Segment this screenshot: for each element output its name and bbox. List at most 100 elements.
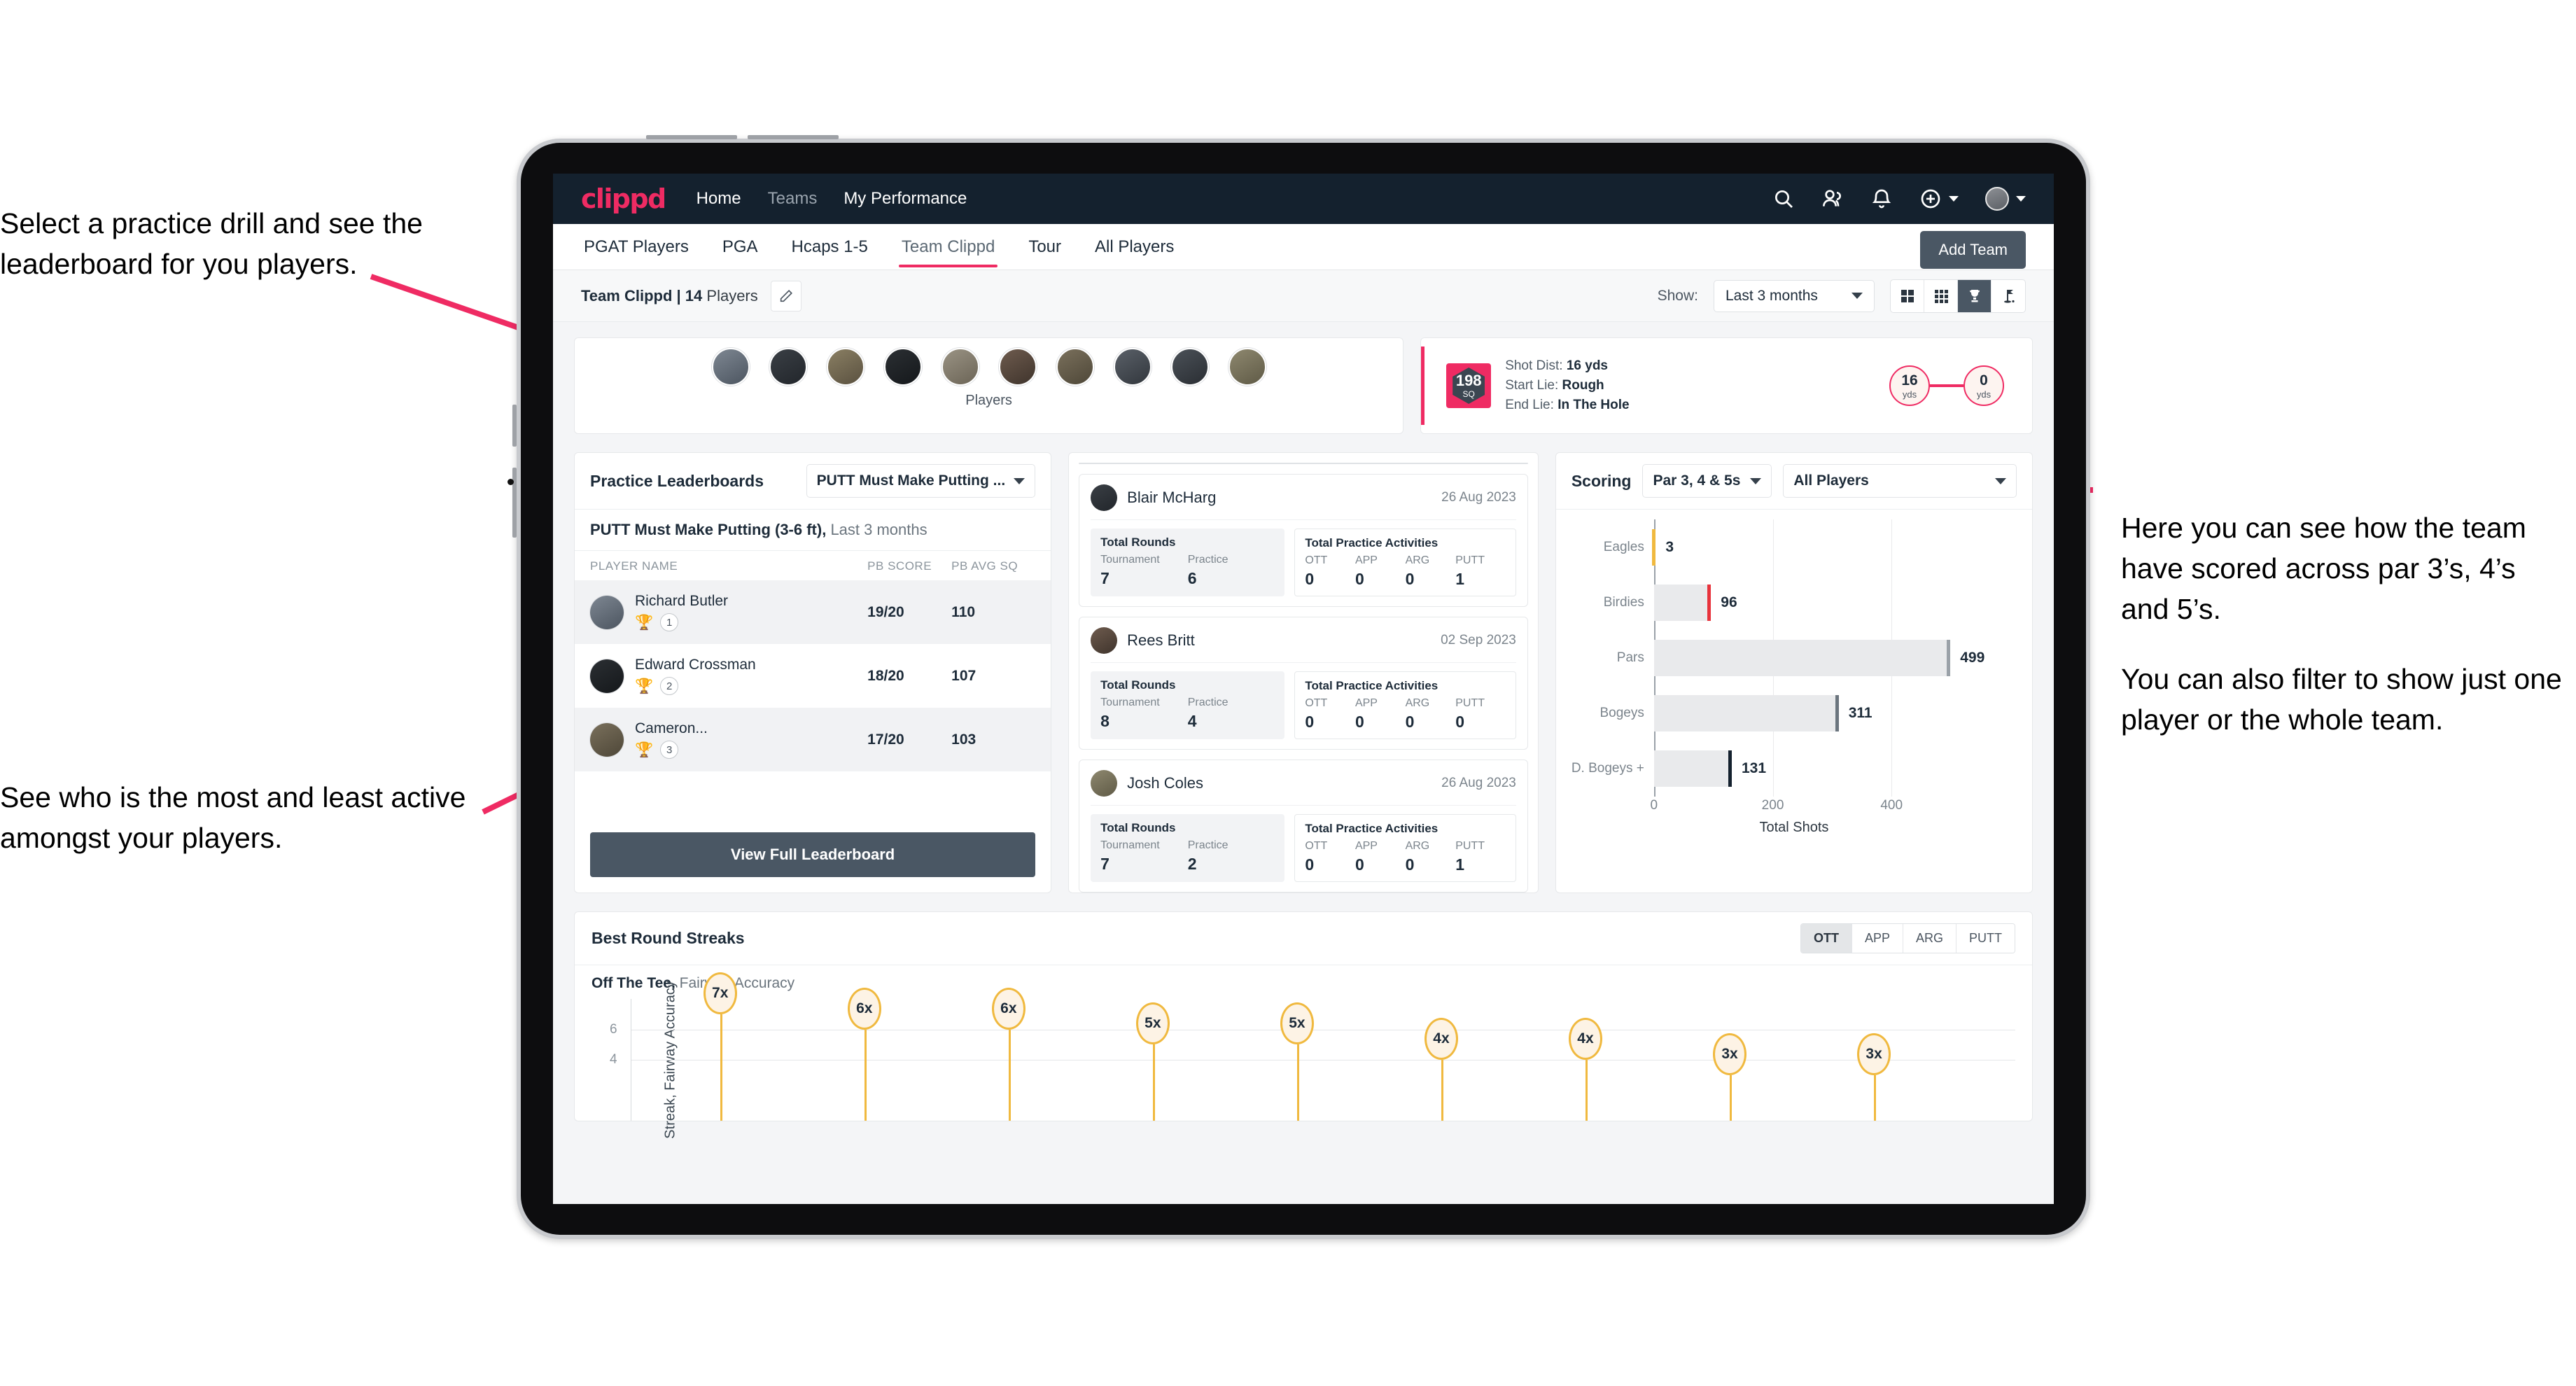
chevron-down-icon-range (1851, 293, 1863, 299)
activity-player-avatar (1091, 484, 1118, 511)
leaderboard-row[interactable]: Edward Crossman 🏆 2 18/20 107 (575, 644, 1051, 708)
clippd-logo[interactable]: clippd (581, 186, 666, 212)
activity-item-header: Blair McHarg 26 Aug 2023 (1091, 484, 1516, 511)
player-avatar[interactable] (826, 348, 864, 386)
leaderboard-rank-number: 1 (660, 613, 679, 631)
par-filter-value: Par 3, 4 & 5s (1653, 472, 1741, 489)
streaks-seg-putt[interactable]: PUTT (1956, 924, 2015, 953)
header-actions (1772, 187, 2026, 211)
device-button-left-1 (512, 405, 517, 447)
chevron-down-icon-player (1995, 477, 2007, 484)
activity-player-name: Blair McHarg (1127, 489, 1217, 506)
drill-subtitle: PUTT Must Make Putting (3-6 ft), Last 3 … (575, 509, 1051, 550)
activity-item[interactable]: Rees Britt 02 Sep 2023 Total Rounds Tournam… (1079, 617, 1528, 750)
trophy-view-button[interactable] (1958, 279, 1991, 312)
shot-quality-badge: 198 SQ (1446, 363, 1492, 408)
streaks-marker[interactable]: 3x (1857, 1032, 1891, 1075)
bell-icon[interactable] (1870, 188, 1893, 210)
players-card: Players (574, 337, 1404, 434)
total-practice-cols: OTT 0 APP 0 ARG 0 PUTT 0 (1305, 697, 1506, 732)
nav-my-performance[interactable]: My Performance (844, 189, 967, 209)
stat-putt: PUTT 1 (1455, 554, 1485, 588)
total-practice-title: Total Practice Activities (1305, 536, 1438, 550)
streaks-seg-app[interactable]: APP (1851, 924, 1903, 953)
player-avatar[interactable] (1113, 348, 1152, 386)
leaderboard-player-name: Edward Crossman (635, 657, 756, 673)
streaks-marker[interactable]: 7x (703, 972, 737, 1014)
grid-3x3-icon (1934, 289, 1948, 303)
avatar[interactable] (1985, 187, 2009, 211)
scoring-bar-value: 96 (1721, 594, 1737, 610)
tab-pgat-players[interactable]: PGAT Players (581, 227, 692, 267)
view-full-leaderboard-button[interactable]: View Full Leaderboard (590, 832, 1036, 877)
streaks-seg-ott[interactable]: OTT (1800, 924, 1852, 953)
streaks-marker[interactable]: 6x (847, 987, 881, 1030)
grid-2x2-icon (1900, 289, 1914, 302)
add-team-button[interactable]: Add Team (1920, 231, 2026, 269)
user-menu[interactable] (1985, 187, 2026, 211)
activity-item-stats: Total Rounds Tournament 7 Practice 2 Total Pr… (1091, 805, 1516, 882)
date-range-select[interactable]: Last 3 months (1714, 279, 1875, 312)
golf-flag-view-button[interactable] (1991, 280, 2025, 312)
scoring-bar: 3 (1652, 528, 1674, 566)
players-caption: Players (965, 393, 1012, 408)
player-filter-select[interactable]: All Players (1783, 464, 2017, 498)
plus-circle-icon[interactable] (1919, 188, 1942, 210)
streaks-stem (1008, 1029, 1011, 1121)
leaderboard-row[interactable]: Richard Butler 🏆 1 19/20 110 (575, 580, 1051, 644)
nav-home[interactable]: Home (696, 189, 741, 209)
scoring-bar-row: Eagles 3 (1604, 528, 1975, 566)
scoring-bar-row: Pars 499 (1617, 640, 1984, 676)
scoring-x-tick: 400 (1880, 798, 1903, 813)
scoring-bar-row: Bogeys 311 (1600, 695, 1975, 732)
scoring-chart-plot: 0 200 400 Total Shots Eagles 3 Birdies 96 Pars 49… (1572, 519, 2017, 835)
total-practice-title: Total Practice Activities (1305, 679, 1438, 692)
total-rounds-cols: Tournament 7 Practice 6 (1100, 554, 1275, 588)
streaks-marker[interactable]: 4x (1568, 1018, 1602, 1060)
player-avatar[interactable] (711, 348, 750, 386)
stat-practice: Practice 4 (1187, 696, 1228, 730)
search-icon[interactable] (1772, 188, 1795, 210)
stat-arg: ARG 0 (1405, 697, 1430, 731)
streaks-marker[interactable]: 6x (991, 987, 1026, 1030)
grid-2x2-view-button[interactable] (1891, 279, 1924, 312)
player-avatar[interactable] (1228, 348, 1266, 386)
trophy-icon (1969, 289, 1980, 302)
streaks-stem (1441, 1060, 1443, 1121)
leaderboard-row[interactable]: Cameron... 🏆 3 17/20 103 (575, 708, 1051, 771)
leaderboard-pb-score: 17/20 (867, 731, 904, 748)
tab-hcaps-1-5[interactable]: Hcaps 1-5 (789, 227, 871, 267)
player-avatar[interactable] (1056, 348, 1094, 386)
streaks-marker[interactable]: 4x (1424, 1018, 1458, 1060)
tab-tour[interactable]: Tour (1026, 227, 1064, 267)
add-menu[interactable] (1919, 188, 1959, 210)
player-avatar[interactable] (769, 348, 807, 386)
par-filter-select[interactable]: Par 3, 4 & 5s (1642, 464, 1772, 498)
tab-pga[interactable]: PGA (720, 227, 761, 267)
grid-3x3-view-button[interactable] (1924, 279, 1958, 312)
activity-date: 26 Aug 2023 (1441, 490, 1516, 505)
stat-arg: ARG 0 (1405, 554, 1430, 588)
activity-item[interactable]: Blair McHarg 26 Aug 2023 Total Rounds Tourn… (1079, 474, 1528, 607)
streaks-marker[interactable]: 3x (1713, 1032, 1747, 1075)
tab-team-clippd[interactable]: Team Clippd (898, 227, 998, 267)
streaks-marker[interactable]: 5x (1135, 1002, 1170, 1045)
tab-all-players[interactable]: All Players (1092, 227, 1177, 267)
activity-item[interactable]: Josh Coles 26 Aug 2023 Total Rounds Tournam… (1079, 760, 1528, 892)
player-avatar[interactable] (941, 348, 979, 386)
player-avatar[interactable] (998, 348, 1037, 386)
scoring-bar: 96 (1653, 584, 1737, 621)
player-avatar[interactable] (1170, 348, 1209, 386)
drill-select[interactable]: PUTT Must Make Putting ... (806, 464, 1036, 498)
pencil-icon (780, 289, 792, 302)
streaks-stem (1296, 1044, 1299, 1121)
streaks-seg-arg[interactable]: ARG (1903, 924, 1956, 953)
edit-team-button[interactable] (770, 280, 802, 312)
streaks-marker[interactable]: 5x (1280, 1002, 1314, 1045)
scoring-bar-cap (1652, 528, 1656, 566)
scoring-bar-cap (1728, 750, 1732, 788)
people-icon[interactable] (1821, 188, 1844, 210)
nav-teams[interactable]: Teams (768, 189, 818, 209)
total-practice-cols: OTT 0 APP 0 ARG 0 PUTT 1 (1305, 554, 1506, 589)
player-avatar[interactable] (883, 348, 922, 386)
